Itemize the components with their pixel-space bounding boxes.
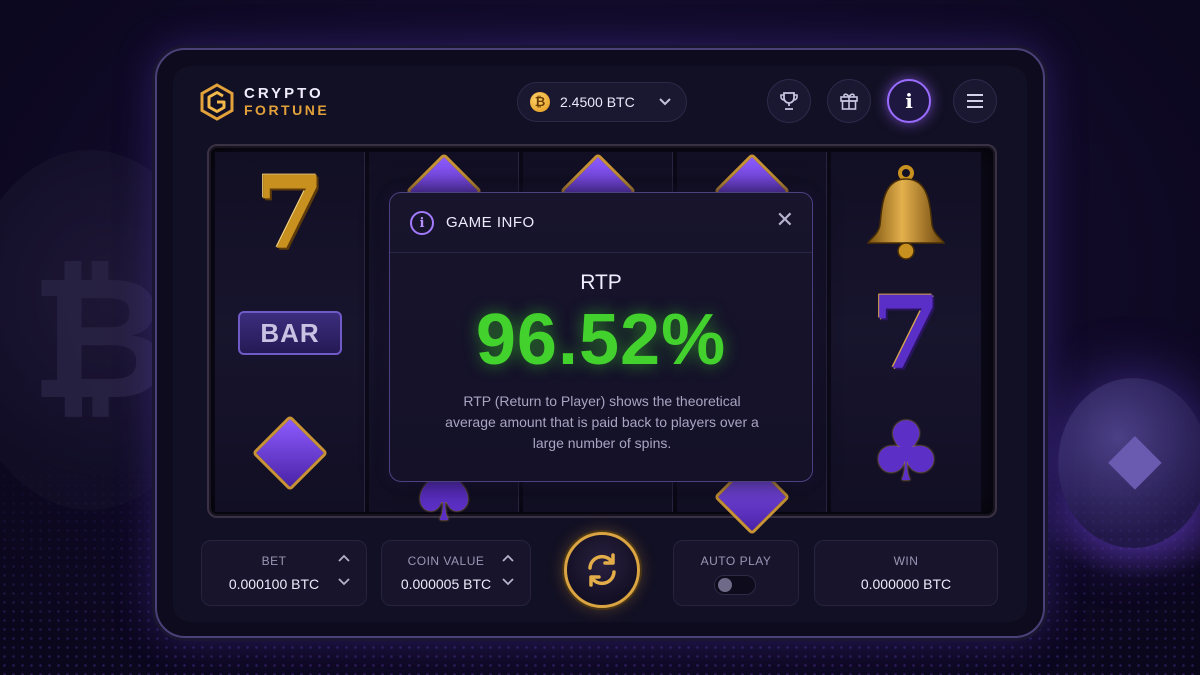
info-icon: i [410,211,434,235]
rtp-label: RTP [580,271,622,294]
bell-icon [866,165,946,260]
coin-value-control: COIN VALUE 0.000005 BTC [381,540,531,606]
brand-name-bottom: FORTUNE [244,101,330,118]
game-screen: CRYPTO FORTUNE ₿ 2.4500 BTC i 7 BAR ♠ 7 … [173,66,1027,622]
tablet-frame: CRYPTO FORTUNE ₿ 2.4500 BTC i 7 BAR ♠ 7 … [155,48,1045,638]
reel-5: 7 ♣ [831,152,981,512]
reel-symbol-seven-gold: 7 [255,154,325,272]
win-label: WIN [893,554,919,568]
chevron-up-icon[interactable] [502,554,514,562]
header: CRYPTO FORTUNE ₿ 2.4500 BTC i [173,66,1027,138]
rtp-value: 96.52% [475,300,727,380]
modal-title: GAME INFO [446,214,535,231]
spin-button[interactable] [564,532,640,608]
gift-icon [840,93,858,110]
menu-button[interactable] [953,79,997,123]
win-value: 0.000000 BTC [860,576,952,592]
reel-symbol-club: ♣ [869,405,943,500]
rtp-description: RTP (Return to Player) shows the theoret… [445,393,759,451]
trophy-button[interactable] [767,79,811,123]
modal-header: i GAME INFO ✕ [390,193,812,253]
reel-symbol-diamond [215,398,365,508]
toggle-knob [718,578,732,592]
reel-1: 7 BAR [215,152,365,512]
bitcoin-icon: ₿ [30,240,169,438]
reel-symbol-seven-purple: 7 [871,274,941,392]
info-button[interactable]: i [887,79,931,123]
auto-play-label: AUTO PLAY [700,554,772,568]
game-info-modal: i GAME INFO ✕ RTP 96.52% RTP (Return to … [389,192,813,482]
balance-selector[interactable]: ₿ 2.4500 BTC [517,82,687,122]
chevron-up-icon[interactable] [338,554,350,562]
chevron-down-icon [659,98,671,106]
refresh-icon [588,553,616,587]
brand-name-top: CRYPTO [244,85,324,103]
menu-icon [967,94,983,108]
info-icon: i [905,89,913,113]
auto-play-toggle[interactable] [714,575,756,595]
win-display: WIN 0.000000 BTC [814,540,998,606]
trophy-icon [780,92,798,110]
gift-button[interactable] [827,79,871,123]
close-icon[interactable]: ✕ [776,208,794,233]
reel-symbol-bar: BAR [215,278,365,388]
chevron-down-icon[interactable] [502,578,514,586]
bet-control: BET 0.000100 BTC [201,540,367,606]
auto-play-control: AUTO PLAY [673,540,799,606]
chevron-down-icon[interactable] [338,578,350,586]
logo: CRYPTO FORTUNE [199,83,329,121]
bitcoin-coin-icon: ₿ [530,92,550,112]
logo-hexagon-icon [200,83,234,121]
balance-amount: 2.4500 BTC [560,94,635,110]
reel-symbol-bell [831,158,981,268]
